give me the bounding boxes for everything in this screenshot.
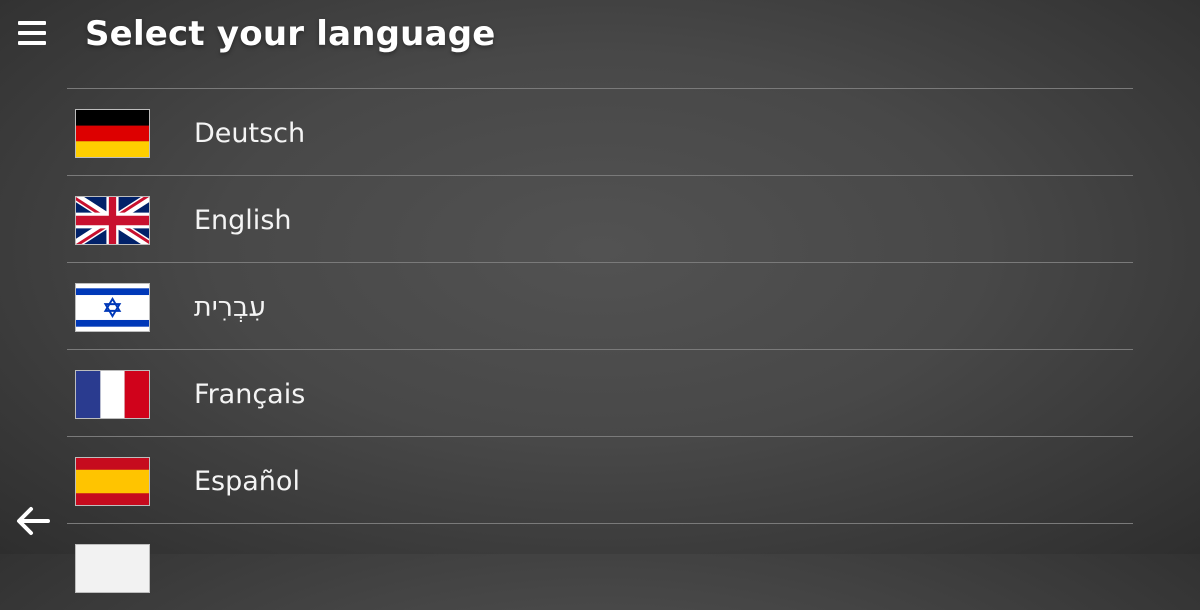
flag-partially-visible-icon	[75, 544, 150, 593]
language-item-english[interactable]: English	[67, 175, 1133, 262]
language-label: עִבְרִית	[194, 292, 266, 323]
language-item-deutsch[interactable]: Deutsch	[67, 88, 1133, 175]
flag-spain-icon	[75, 457, 150, 506]
flag-uk-icon	[75, 196, 150, 245]
language-item-partial[interactable]	[67, 523, 1133, 610]
top-bar: Select your language	[0, 0, 1200, 70]
flag-israel-icon	[75, 283, 150, 332]
hamburger-menu-icon[interactable]	[18, 21, 48, 47]
flag-france-icon	[75, 370, 150, 419]
language-label: English	[194, 205, 292, 236]
language-item-espanol[interactable]: Español	[67, 436, 1133, 523]
flag-germany-icon	[75, 109, 150, 158]
language-item-hebrew[interactable]: עִבְרִית	[67, 262, 1133, 349]
language-label: Deutsch	[194, 118, 306, 149]
language-item-francais[interactable]: Français	[67, 349, 1133, 436]
language-list: Deutsch English עִבְרִית Français Españo…	[67, 88, 1133, 610]
back-arrow-icon[interactable]	[14, 504, 52, 538]
language-label: Español	[194, 466, 300, 497]
language-label: Français	[194, 379, 306, 410]
page-title: Select your language	[85, 14, 496, 54]
